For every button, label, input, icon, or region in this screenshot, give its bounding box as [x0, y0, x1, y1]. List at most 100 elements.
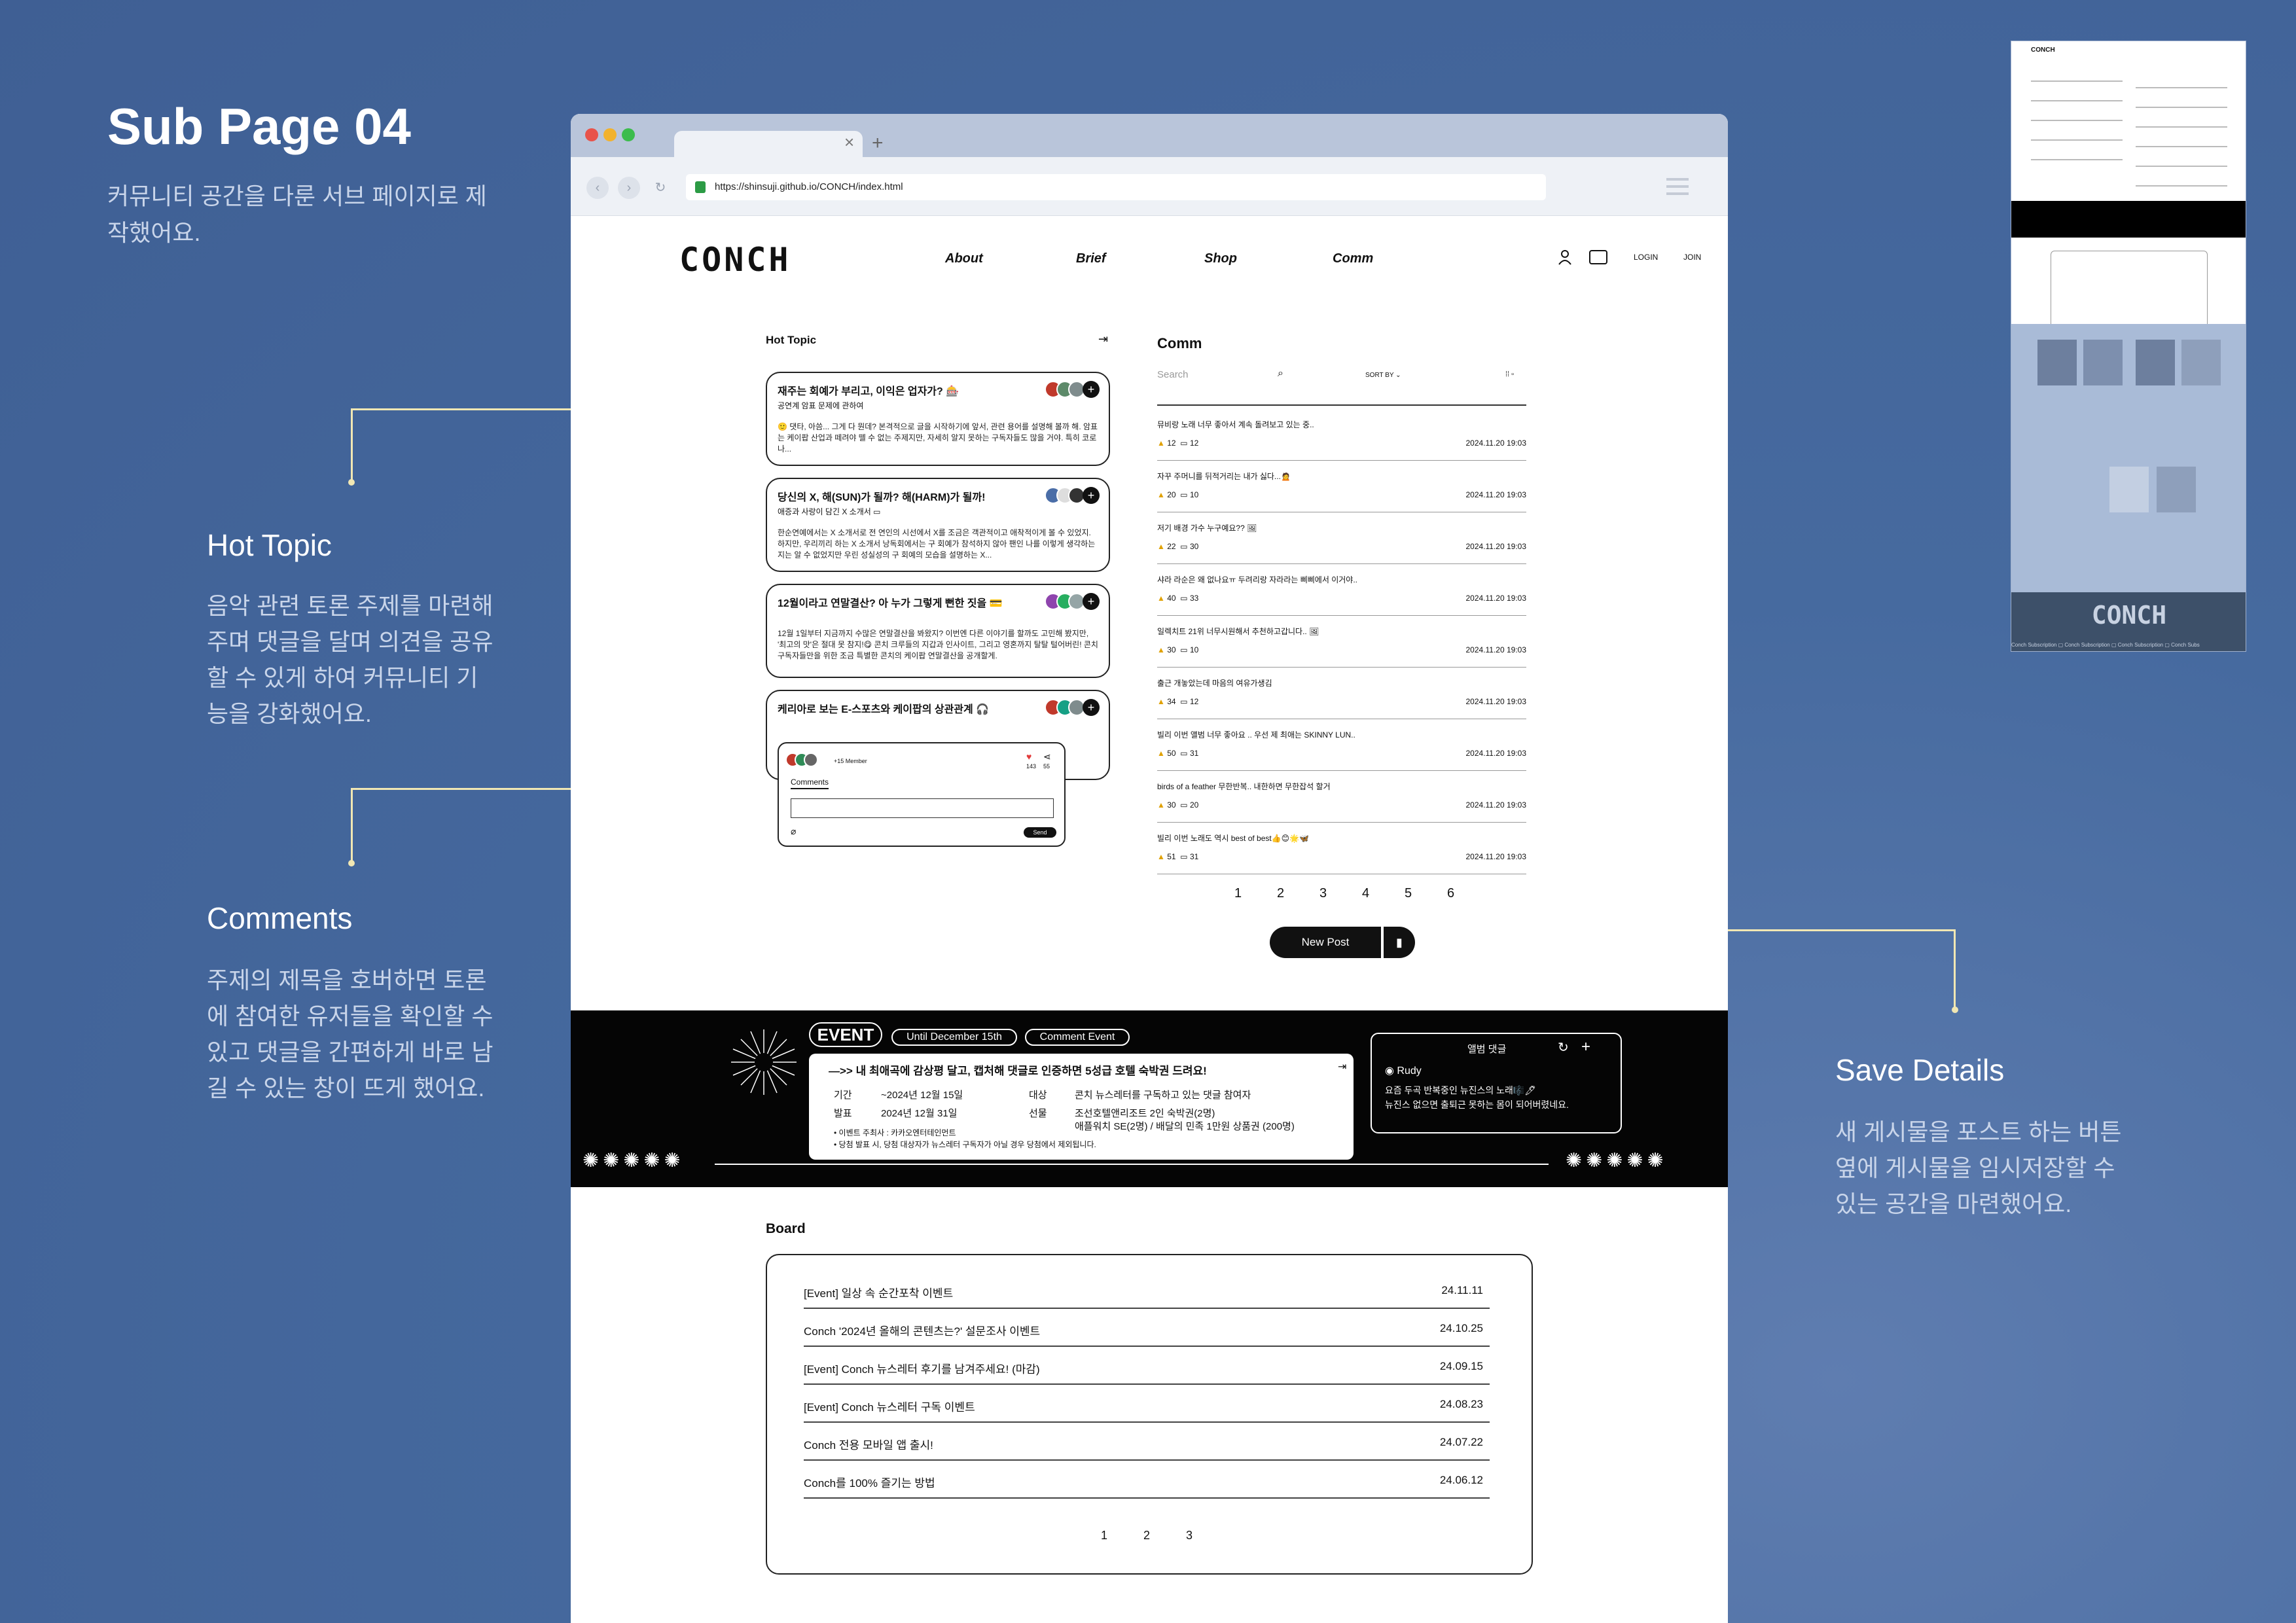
- like-icon[interactable]: ▲: [1157, 645, 1165, 654]
- comment-icon: ▭: [1180, 852, 1188, 861]
- share-icon[interactable]: ⋖: [1043, 751, 1051, 762]
- hot-topic-more-icon[interactable]: ⇥: [1098, 332, 1108, 346]
- nav-shop[interactable]: Shop: [1204, 251, 1237, 266]
- comment-count: 20: [1189, 800, 1199, 810]
- new-tab-icon[interactable]: +: [872, 132, 884, 154]
- tab-comments[interactable]: Comments: [791, 777, 829, 789]
- comm-row-title[interactable]: 빌리 이번 노래도 역시 best of best👍😊🌟🦋: [1157, 832, 1309, 844]
- add-icon[interactable]: +: [1581, 1038, 1590, 1056]
- page-link[interactable]: 6: [1447, 886, 1454, 901]
- page-link[interactable]: 2: [1143, 1529, 1150, 1543]
- board-row[interactable]: [Event] Conch 뉴스레터 후기를 남겨주세요! (마감) 24.09.…: [804, 1347, 1490, 1385]
- board-row[interactable]: Conch '2024년 올해의 콘텐츠는?' 설문조사 이벤트 24.10.25: [804, 1309, 1490, 1347]
- refresh-icon[interactable]: ↻: [1558, 1039, 1569, 1056]
- like-count: 50: [1167, 749, 1176, 758]
- like-icon[interactable]: ▲: [1157, 800, 1165, 810]
- send-button[interactable]: Send: [1024, 827, 1056, 838]
- cart-icon[interactable]: [1589, 250, 1607, 264]
- view-toggle-icon[interactable]: ⁞⁞ ▫: [1505, 370, 1514, 378]
- add-icon[interactable]: +: [1083, 593, 1100, 610]
- nav-about[interactable]: About: [945, 251, 983, 266]
- board-row-title[interactable]: Conch 전용 모바일 앱 출시!: [804, 1436, 933, 1452]
- page-link[interactable]: 5: [1405, 886, 1412, 901]
- event-card[interactable]: —>> 내 최애곡에 감상평 달고, 캡처해 댓글로 인증하면 5성급 호텔 숙…: [809, 1054, 1354, 1160]
- hot-topic-card[interactable]: 12월이라고 연말결산? 아 누가 그렇게 뻔한 짓을 💳 12월 1일부터 지…: [766, 584, 1110, 678]
- like-icon[interactable]: ▲: [1157, 697, 1165, 706]
- board-row[interactable]: [Event] 일상 속 순간포착 이벤트 24.11.11: [804, 1271, 1490, 1309]
- comm-row[interactable]: birds of a feather 무한반복.. 내한하면 무한잡석 할거 ▲ …: [1157, 772, 1526, 823]
- attach-icon[interactable]: ⌀: [791, 826, 796, 837]
- comm-row[interactable]: 뮤비랑 노래 너무 좋아서 계속 돌려보고 있는 중.. ▲ 12 ▭ 12 202…: [1157, 410, 1526, 461]
- login-link[interactable]: LOGIN: [1634, 253, 1658, 262]
- board-row-title[interactable]: [Event] 일상 속 순간포착 이벤트: [804, 1284, 953, 1300]
- gift-value-1: 조선호텔앤리조트 2인 숙박권(2명): [1075, 1108, 1215, 1119]
- like-icon[interactable]: ▲: [1157, 542, 1165, 551]
- tab-close-icon[interactable]: ×: [844, 132, 854, 152]
- page-link[interactable]: 1: [1234, 886, 1242, 901]
- board-heading: Board: [766, 1221, 806, 1236]
- comm-row-title[interactable]: 뮤비랑 노래 너무 좋아서 계속 돌려보고 있는 중..: [1157, 419, 1314, 430]
- comm-row[interactable]: 자꾸 주머니를 뒤적거리는 내가 싫다...🙍 ▲ 20 ▭ 10 2024.11.…: [1157, 461, 1526, 512]
- board-row-title[interactable]: Conch를 100% 즐기는 방법: [804, 1474, 935, 1490]
- new-post-button[interactable]: New Post: [1270, 927, 1381, 958]
- comm-row[interactable]: 일렉치트 21위 너무시원해서 추천하고갑니다.. 🖼 ▲ 30 ▭ 10 2024…: [1157, 616, 1526, 668]
- comment-icon: ▭: [1180, 800, 1188, 810]
- hot-topic-card[interactable]: 재주는 회예가 부리고, 이익은 업자가? 🎰 공연계 암표 문제에 관하여 🙂…: [766, 372, 1110, 466]
- board-row-title[interactable]: Conch '2024년 올해의 콘텐츠는?' 설문조사 이벤트: [804, 1322, 1040, 1338]
- board-row[interactable]: Conch를 100% 즐기는 방법 24.06.12: [804, 1461, 1490, 1499]
- comm-row-title[interactable]: 출근 개놓았는데 마음의 여유가생김: [1157, 677, 1272, 688]
- add-icon[interactable]: +: [1083, 699, 1100, 716]
- event-more-icon[interactable]: ⇥: [1338, 1060, 1346, 1073]
- comm-row-title[interactable]: 샤라 라순은 왜 없나요ㅠ 두려리랑 자라라는 삐삐에서 이거야..: [1157, 574, 1357, 585]
- comm-row[interactable]: 저기 배경 가수 누구예요?? 🖼 ▲ 22 ▭ 30 2024.11.20 19:…: [1157, 513, 1526, 564]
- user-icon[interactable]: [1558, 249, 1572, 266]
- like-icon[interactable]: ▲: [1157, 749, 1165, 758]
- board-row[interactable]: [Event] Conch 뉴스레터 구독 이벤트 24.08.23: [804, 1385, 1490, 1423]
- sort-dropdown[interactable]: SORT BY ⌄: [1365, 372, 1401, 379]
- like-icon[interactable]: ▲: [1157, 594, 1165, 603]
- comment-icon: ▭: [1180, 438, 1188, 448]
- comm-row-title[interactable]: 일렉치트 21위 너무시원해서 추천하고갑니다.. 🖼: [1157, 626, 1319, 637]
- comment-input[interactable]: [791, 798, 1054, 818]
- page-link[interactable]: 3: [1186, 1529, 1193, 1543]
- bookmark-icon[interactable]: ▮: [1384, 927, 1415, 958]
- forward-icon[interactable]: ›: [618, 177, 640, 199]
- comm-row-title[interactable]: birds of a feather 무한반복.. 내한하면 무한잡석 할거: [1157, 781, 1331, 792]
- gift-value-2: 애플워치 SE(2명) / 배달의 민족 1만원 상품권 (200명): [1075, 1121, 1295, 1132]
- maximize-dot-icon[interactable]: [622, 128, 635, 141]
- comm-row[interactable]: 샤라 라순은 왜 없나요ㅠ 두려리랑 자라라는 삐삐에서 이거야.. ▲ 40 ▭…: [1157, 565, 1526, 616]
- hot-topic-card[interactable]: 당신의 X, 해(SUN)가 될까? 해(HARM)가 될까! 애증과 사랑이 …: [766, 478, 1110, 572]
- browser-menu-icon[interactable]: [1666, 178, 1689, 195]
- minimize-dot-icon[interactable]: [603, 128, 617, 141]
- site-logo[interactable]: CONCH: [679, 241, 791, 279]
- add-icon[interactable]: +: [1083, 487, 1100, 504]
- nav-brief[interactable]: Brief: [1076, 251, 1106, 266]
- nav-comm[interactable]: Comm: [1333, 251, 1373, 266]
- add-icon[interactable]: +: [1083, 381, 1100, 398]
- board-row-title[interactable]: [Event] Conch 뉴스레터 후기를 남겨주세요! (마감): [804, 1360, 1040, 1376]
- reload-icon[interactable]: ↻: [649, 177, 672, 199]
- page-link[interactable]: 1: [1101, 1529, 1107, 1543]
- like-icon[interactable]: ▲: [1157, 852, 1165, 861]
- browser-tab[interactable]: [674, 131, 863, 157]
- search-icon[interactable]: ⌕: [1278, 368, 1283, 380]
- close-dot-icon[interactable]: [585, 128, 598, 141]
- search-input[interactable]: Search: [1157, 369, 1295, 383]
- comm-row-title[interactable]: 자꾸 주머니를 뒤적거리는 내가 싫다...🙍: [1157, 471, 1291, 482]
- join-link[interactable]: JOIN: [1683, 253, 1701, 262]
- page-link[interactable]: 2: [1277, 886, 1284, 901]
- back-icon[interactable]: ‹: [586, 177, 609, 199]
- comm-row[interactable]: 빌리 이번 앨범 너무 좋아요 .. 우선 제 최애는 SKINNY LUN..…: [1157, 720, 1526, 771]
- heart-icon[interactable]: ♥: [1026, 751, 1031, 762]
- board-row-title[interactable]: [Event] Conch 뉴스레터 구독 이벤트: [804, 1398, 975, 1414]
- comm-row[interactable]: 빌리 이번 노래도 역시 best of best👍😊🌟🦋 ▲ 51 ▭ 31 20…: [1157, 823, 1526, 874]
- comm-row-title[interactable]: 빌리 이번 앨범 너무 좋아요 .. 우선 제 최애는 SKINNY LUN..: [1157, 729, 1355, 740]
- like-icon[interactable]: ▲: [1157, 438, 1165, 448]
- like-icon[interactable]: ▲: [1157, 490, 1165, 499]
- page-link[interactable]: 4: [1362, 886, 1369, 901]
- board-row[interactable]: Conch 전용 모바일 앱 출시! 24.07.22: [804, 1423, 1490, 1461]
- comm-row[interactable]: 출근 개놓았는데 마음의 여유가생김 ▲ 34 ▭ 12 2024.11.20 19…: [1157, 668, 1526, 719]
- comm-row-title[interactable]: 저기 배경 가수 누구예요?? 🖼: [1157, 522, 1257, 533]
- url-field[interactable]: https://shinsuji.github.io/CONCH/index.h…: [686, 174, 1546, 200]
- page-link[interactable]: 3: [1319, 886, 1327, 901]
